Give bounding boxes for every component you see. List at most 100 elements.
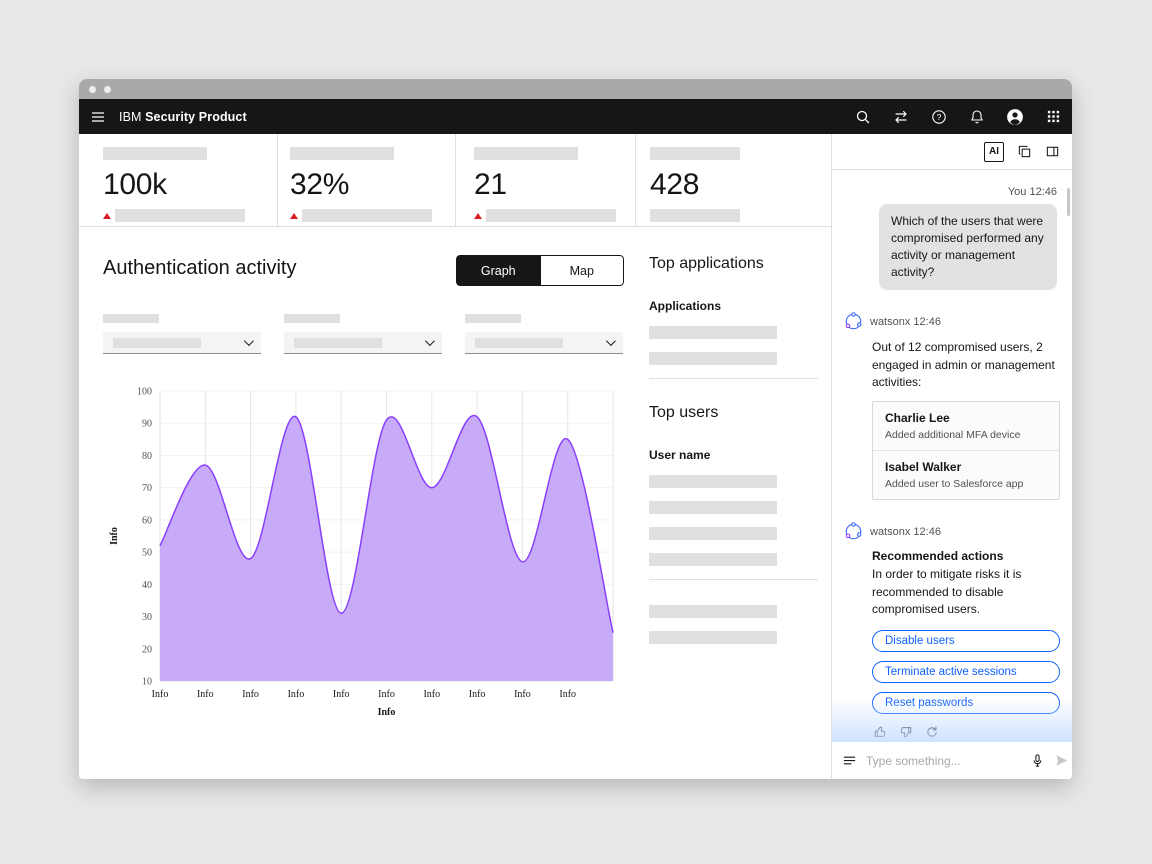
top-users-title: Top users: [649, 404, 818, 422]
ai-label-tag[interactable]: AI: [984, 142, 1004, 162]
user-activity: Added user to Salesforce app: [885, 478, 1047, 490]
svg-text:Info: Info: [559, 689, 576, 700]
tab-graph[interactable]: Graph: [456, 255, 541, 286]
svg-text:Info: Info: [423, 689, 440, 700]
window-dot: [104, 86, 111, 93]
metric-value: 428: [650, 170, 831, 200]
svg-text:40: 40: [142, 580, 152, 591]
user-activity: Added additional MFA device: [885, 429, 1047, 441]
skeleton-text: [486, 209, 616, 222]
svg-text:Info: Info: [469, 689, 486, 700]
open-panel-icon[interactable]: [1045, 144, 1060, 159]
divider: [649, 579, 818, 580]
thumbs-down-icon[interactable]: [899, 725, 913, 739]
svg-text:60: 60: [142, 515, 152, 526]
window-titlebar: [79, 79, 1072, 99]
thumbs-up-icon[interactable]: [873, 725, 887, 739]
compromised-users-card: Charlie Lee Added additional MFA device …: [872, 401, 1060, 500]
svg-text:10: 10: [142, 677, 152, 688]
skeleton-text: [649, 326, 777, 339]
metric-value: 21: [474, 170, 635, 200]
prompt-menu-icon[interactable]: [842, 753, 857, 768]
bot-name: watsonx 12:46: [870, 316, 941, 328]
filter-dropdown-group: [103, 314, 261, 354]
header-actions: ?: [844, 99, 1072, 134]
svg-text:70: 70: [142, 483, 152, 494]
skeleton-label: [103, 314, 159, 323]
svg-text:30: 30: [142, 612, 152, 623]
bot-name: watsonx 12:46: [870, 526, 941, 538]
divider: [649, 378, 818, 379]
filter-dropdown[interactable]: [284, 332, 442, 354]
svg-text:90: 90: [142, 419, 152, 430]
chevron-down-icon: [425, 336, 435, 346]
notifications-bell-icon[interactable]: [958, 99, 996, 134]
swap-arrows-icon[interactable]: [882, 99, 920, 134]
reset-passwords-button[interactable]: Reset passwords: [872, 692, 1060, 714]
authentication-activity-section: Authentication activity Graph Map: [79, 227, 635, 729]
copy-icon[interactable]: [1017, 144, 1032, 159]
skeleton-text: [649, 475, 777, 488]
skeleton-text: [649, 527, 777, 540]
main-area: 100k 32% 21 428: [79, 134, 831, 779]
skeleton-text: [649, 631, 777, 644]
terminate-sessions-button[interactable]: Terminate active sessions: [872, 661, 1060, 683]
skeleton-text: [649, 352, 777, 365]
applications-column-header: Applications: [649, 299, 818, 313]
bot-message-meta: watsonx 12:46: [844, 522, 1060, 541]
area-chart-svg: 100908070605040302010InfoInfoInfoInfoInf…: [103, 384, 617, 724]
svg-text:Info: Info: [378, 689, 395, 700]
trend-up-caret-icon: [290, 213, 298, 219]
chevron-down-icon: [606, 336, 616, 346]
chat-scrollbar[interactable]: [1067, 188, 1070, 216]
app-switcher-grid-icon[interactable]: [1034, 99, 1072, 134]
product-brand: IBM Security Product: [119, 110, 247, 124]
skeleton-text: [650, 209, 740, 222]
metric-value: 32%: [290, 170, 455, 200]
user-avatar-icon[interactable]: [996, 99, 1034, 134]
skeleton-text: [649, 605, 777, 618]
skeleton-text: [113, 338, 201, 348]
search-icon[interactable]: [844, 99, 882, 134]
skeleton-text: [475, 338, 563, 348]
send-icon[interactable]: [1054, 753, 1069, 768]
regenerate-icon[interactable]: [925, 725, 939, 739]
filter-dropdown[interactable]: [103, 332, 261, 354]
window-dot: [89, 86, 96, 93]
svg-text:Info: Info: [514, 689, 531, 700]
metric-card: 100k: [79, 134, 277, 226]
skeleton-text: [649, 501, 777, 514]
filter-dropdown[interactable]: [465, 332, 623, 354]
disable-users-button[interactable]: Disable users: [872, 630, 1060, 652]
svg-text:?: ?: [937, 112, 942, 122]
filter-dropdown-group: [465, 314, 623, 354]
chat-messages: You 12:46 Which of the users that were c…: [832, 170, 1072, 742]
user-message-meta: You 12:46: [847, 186, 1057, 198]
skeleton-text: [649, 553, 777, 566]
chevron-down-icon: [244, 336, 254, 346]
feedback-row: [873, 725, 1060, 739]
bot-message-text: Out of 12 compromised users, 2 engaged i…: [872, 339, 1060, 391]
section-title: Authentication activity: [103, 255, 296, 280]
users-column-header: User name: [649, 448, 818, 462]
trend-up-caret-icon: [103, 213, 111, 219]
skeleton-text: [302, 209, 432, 222]
bot-message-text: In order to mitigate risks it is recomme…: [872, 566, 1060, 618]
recommended-actions-title: Recommended actions: [872, 549, 1060, 563]
metric-card: 428: [635, 134, 831, 226]
watsonx-avatar-icon: [844, 312, 863, 331]
filters-row: [103, 314, 624, 354]
svg-text:Info: Info: [378, 707, 396, 718]
chat-text-input[interactable]: [866, 754, 1021, 768]
hamburger-menu-icon[interactable]: [79, 99, 117, 134]
quick-actions: Disable users Terminate active sessions …: [872, 630, 1060, 714]
tab-map[interactable]: Map: [541, 255, 625, 286]
microphone-icon[interactable]: [1030, 753, 1045, 768]
metrics-row: 100k 32% 21 428: [79, 134, 831, 227]
user-row: Isabel Walker Added user to Salesforce a…: [873, 450, 1059, 499]
svg-text:80: 80: [142, 451, 152, 462]
watsonx-avatar-icon: [844, 522, 863, 541]
skeleton-text: [115, 209, 245, 222]
chat-input-bar: [832, 742, 1072, 779]
help-icon[interactable]: ?: [920, 99, 958, 134]
